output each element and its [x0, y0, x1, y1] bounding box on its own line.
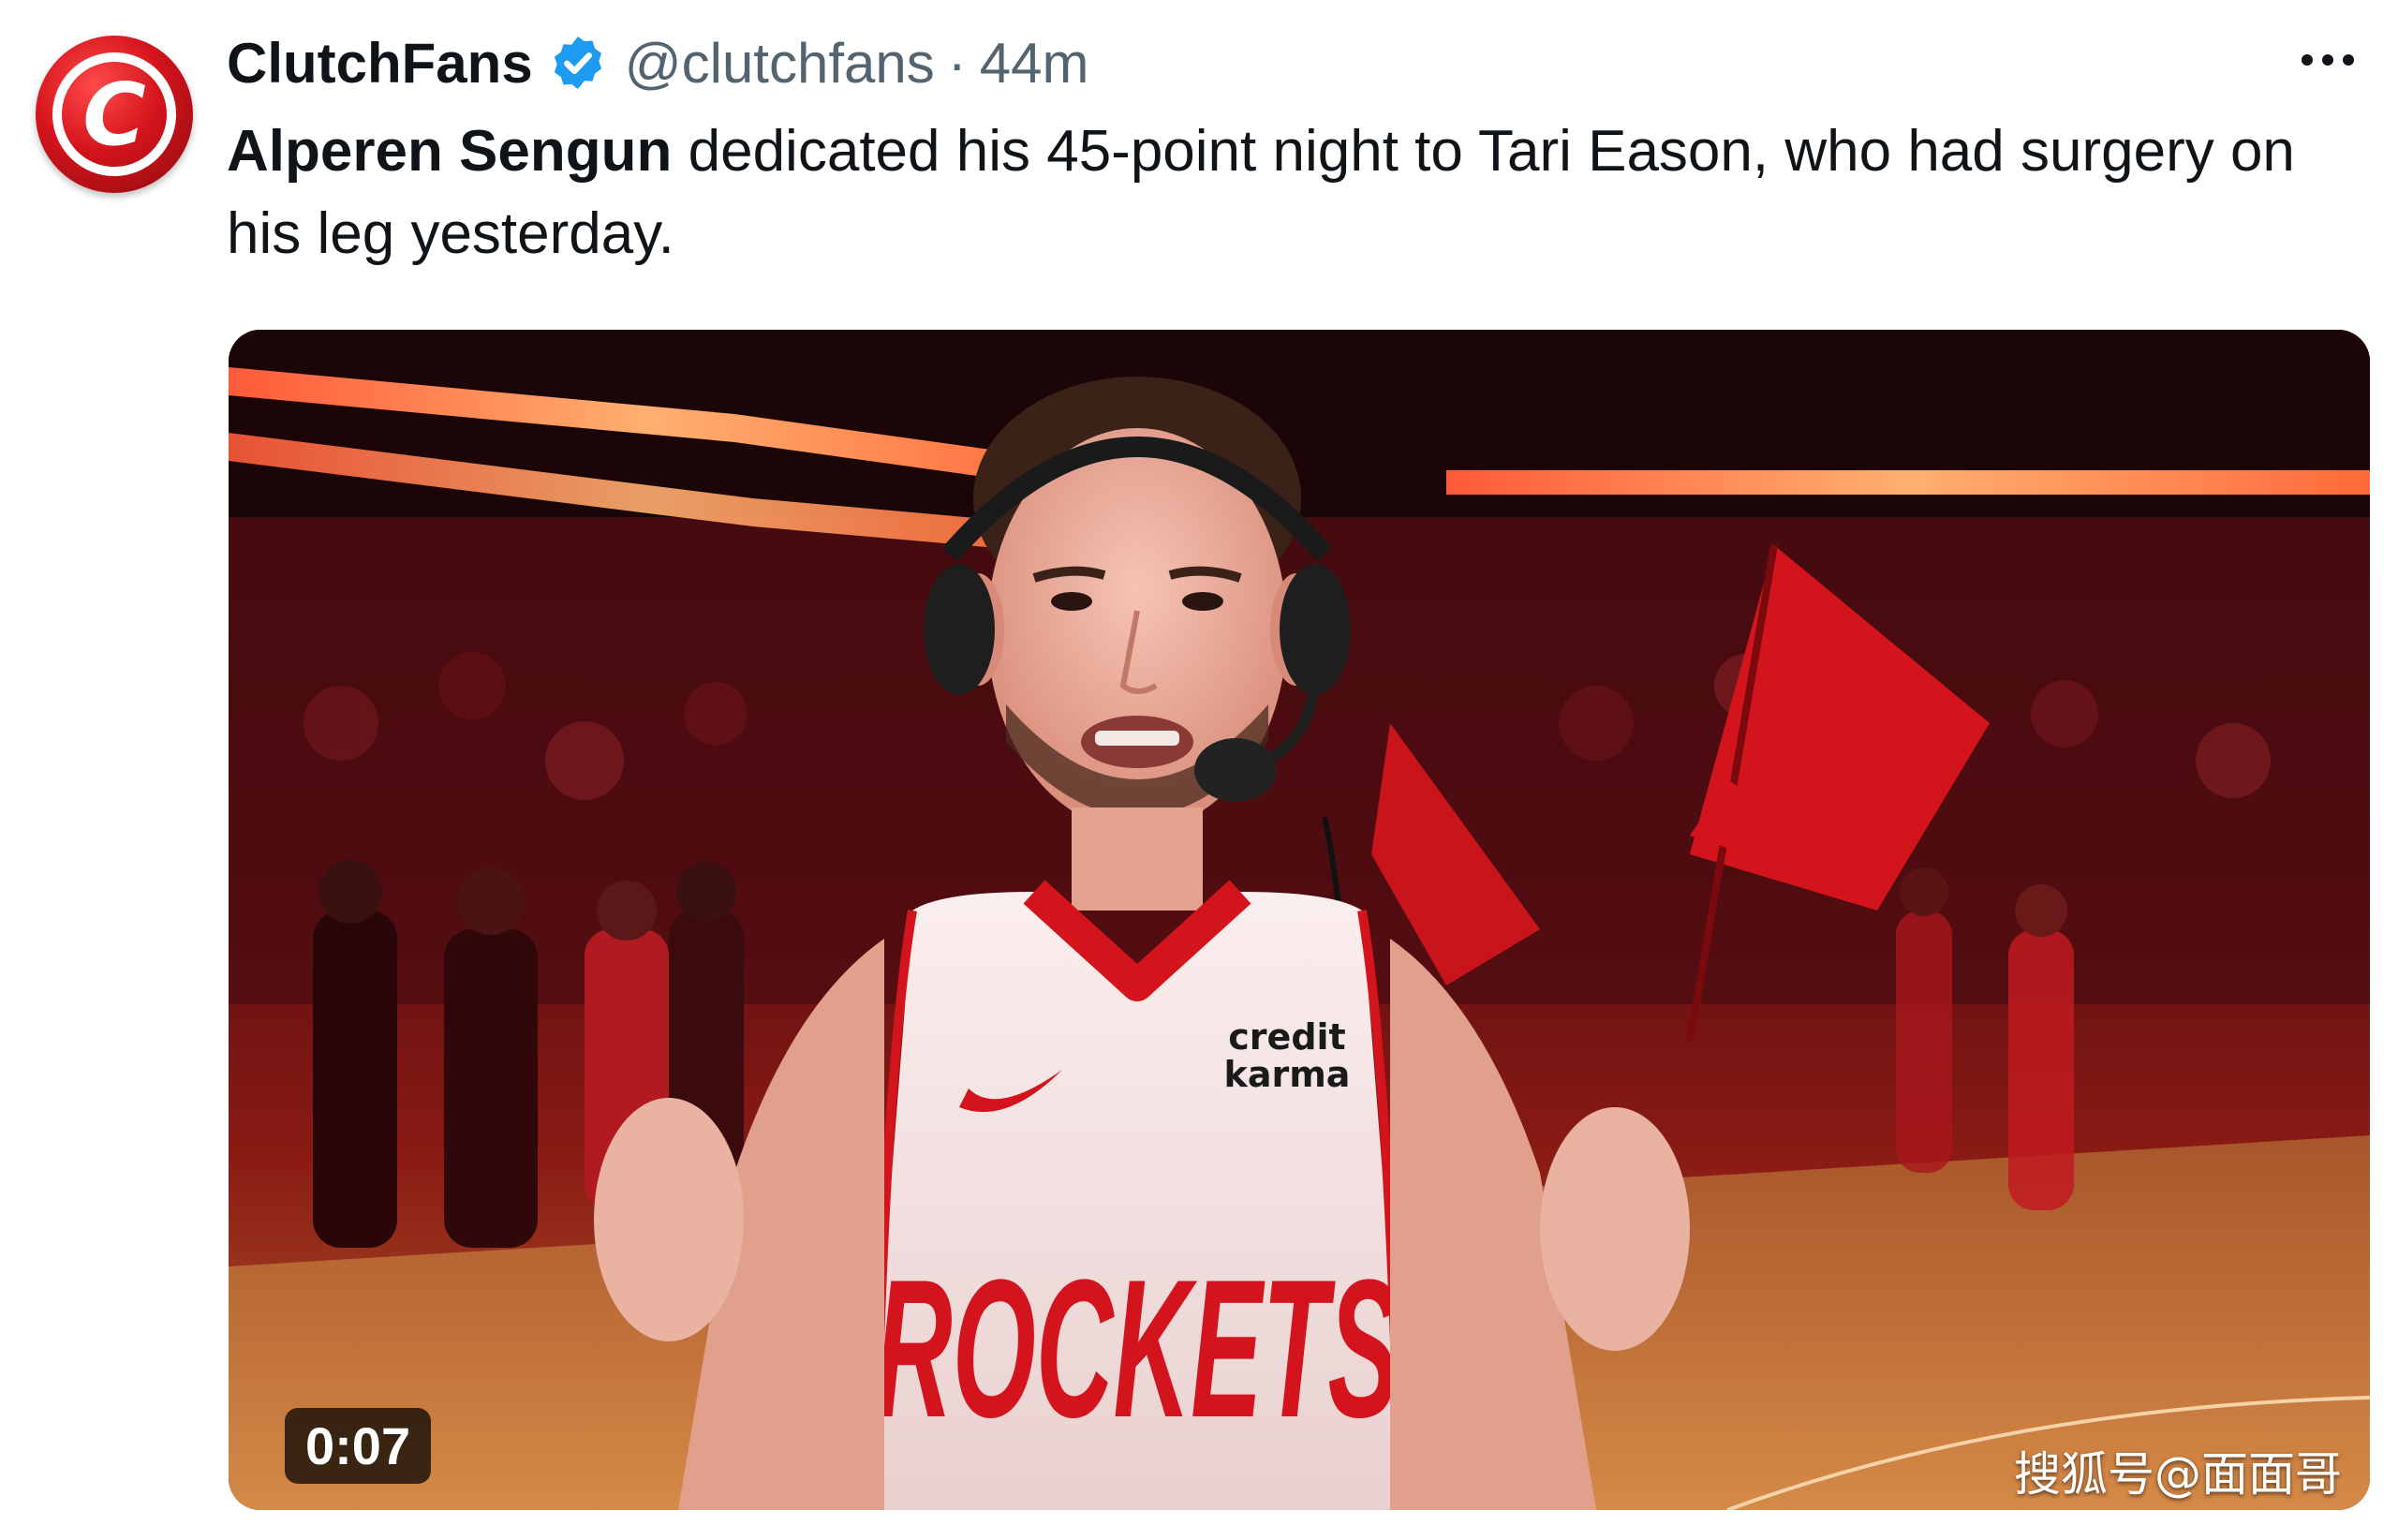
more-dots-icon[interactable]	[2295, 41, 2361, 79]
tweet-text: Alperen Sengun dedicated his 45-point ni…	[227, 111, 2306, 275]
tweet-header: ClutchFans @clutchfans · 44m	[227, 28, 1088, 97]
mentioned-player: Alperen Sengun	[227, 119, 673, 184]
separator-dot: ·	[947, 31, 967, 95]
sponsor-patch-line-1: credit	[1228, 1016, 1345, 1058]
handle[interactable]: @clutchfans	[625, 31, 935, 96]
avatar[interactable]: C	[36, 36, 193, 193]
clutchfans-logo-icon: C	[82, 64, 146, 165]
video-player[interactable]: credit karma ROCKETS 0:07 搜狐号@面面哥	[229, 330, 2370, 1510]
sponsor-patch-line-2: karma	[1224, 1054, 1351, 1095]
verified-badge-icon	[554, 37, 601, 89]
video-timestamp: 0:07	[285, 1408, 432, 1484]
display-name[interactable]: ClutchFans	[227, 31, 533, 96]
watermark: 搜狐号@面面哥	[2014, 1447, 2342, 1502]
jersey-wordmark: ROCKETS	[875, 1238, 1399, 1459]
post-time[interactable]: 44m	[980, 31, 1089, 96]
video-frame: credit karma ROCKETS	[229, 330, 2370, 1510]
